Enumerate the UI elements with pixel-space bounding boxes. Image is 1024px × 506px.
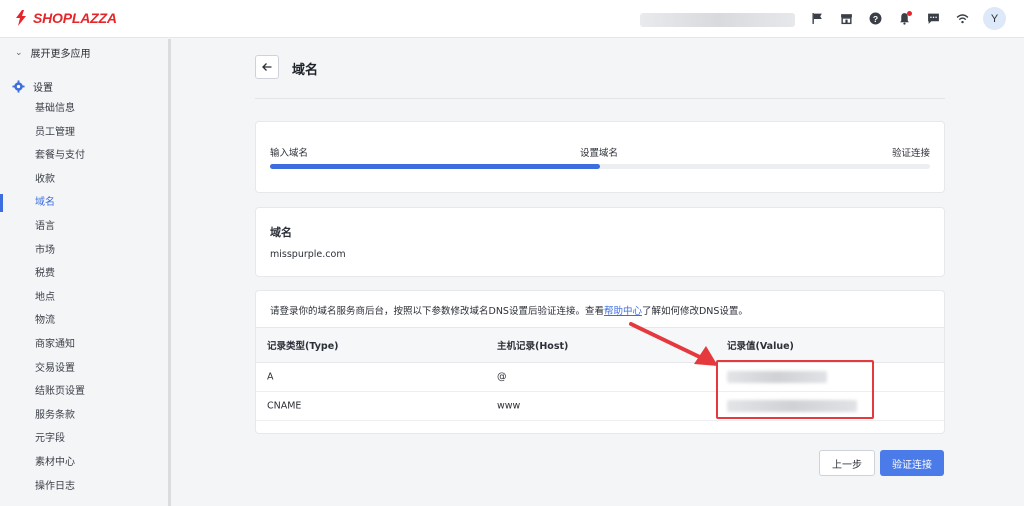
brand-name: SHOPLAZZA: [33, 10, 117, 26]
shoplazza-logo-icon: [16, 10, 26, 26]
sidebar-item[interactable]: 基础信息: [0, 97, 165, 121]
sidebar-item[interactable]: 域名: [0, 191, 165, 215]
divider: [255, 98, 945, 99]
shoplazza-logo[interactable]: SHOPLAZZA: [13, 9, 117, 27]
step-setup-domain: 设置域名: [580, 148, 619, 159]
svg-text:?: ?: [873, 14, 878, 24]
column-header-value: 记录值(Value): [727, 341, 794, 352]
step-input-domain: 输入域名: [270, 148, 309, 159]
progress-fill: [270, 164, 600, 169]
dns-table-header: 记录类型(Type) 主机记录(Host) 记录值(Value): [256, 327, 944, 363]
annotation-arrow: [629, 322, 718, 366]
sidebar-item[interactable]: 操作日志: [0, 475, 165, 499]
sidebar-item[interactable]: 素材中心: [0, 451, 165, 475]
sidebar-settings[interactable]: 设置: [12, 79, 53, 94]
step-verify-connection: 验证连接: [891, 148, 930, 159]
column-header-type: 记录类型(Type): [267, 341, 339, 352]
progress-bar: [270, 164, 930, 169]
steps-card: 输入域名 设置域名 验证连接: [255, 121, 945, 193]
domain-value: misspurple.com: [270, 249, 346, 260]
sidebar-expand-label: 展开更多应用: [30, 49, 91, 60]
sidebar-scrollbar[interactable]: [168, 39, 171, 506]
sidebar-item[interactable]: 交易设置: [0, 357, 165, 381]
record-type: A: [267, 371, 274, 383]
value-highlight-box: [716, 360, 874, 419]
record-host: @: [497, 371, 507, 383]
dns-instructions: 请登录你的域名服务商后台，按照以下参数修改域名DNS设置后验证连接。查看帮助中心…: [270, 303, 748, 317]
sidebar-item[interactable]: 员工管理: [0, 121, 165, 145]
dns-note-suffix: 了解如何修改DNS设置。: [641, 306, 748, 317]
sidebar: ⌄ 展开更多应用 设置 基础信息 员工管理 套餐与支付 收款 域名 语言 市场 税费 地点 物流商…: [0, 39, 165, 506]
avatar[interactable]: Y: [983, 7, 1006, 30]
sidebar-item[interactable]: 市场: [0, 239, 165, 263]
domain-card: 域名 misspurple.com: [255, 207, 945, 277]
sidebar-item[interactable]: 物流: [0, 309, 165, 333]
sidebar-item[interactable]: 服务条款: [0, 404, 165, 428]
column-header-host: 主机记录(Host): [497, 341, 569, 352]
sidebar-item[interactable]: 税费: [0, 262, 165, 286]
sidebar-item[interactable]: 结账页设置: [0, 380, 165, 404]
store-name-blurred[interactable]: [640, 13, 795, 27]
arrow-left-icon: [262, 63, 272, 71]
page-title: 域名: [292, 63, 319, 78]
help-center-link[interactable]: 帮助中心: [604, 306, 642, 317]
chevron-down-icon: ⌄: [15, 47, 23, 58]
sidebar-expand-apps[interactable]: ⌄ 展开更多应用: [15, 45, 91, 61]
sidebar-item[interactable]: 元字段: [0, 427, 165, 451]
notification-dot: [907, 11, 912, 16]
top-bar: SHOPLAZZA ? Y: [0, 0, 1024, 38]
sidebar-item[interactable]: 收款: [0, 168, 165, 192]
previous-step-button[interactable]: 上一步: [819, 450, 875, 476]
wifi-icon[interactable]: [953, 9, 972, 28]
sidebar-item[interactable]: 商家通知: [0, 333, 165, 357]
store-icon[interactable]: [837, 9, 856, 28]
record-host: www: [497, 400, 521, 412]
bell-icon[interactable]: [895, 9, 914, 28]
sidebar-settings-label: 设置: [33, 83, 53, 94]
domain-card-title: 域名: [270, 226, 292, 239]
sidebar-item[interactable]: 套餐与支付: [0, 144, 165, 168]
dns-note-text: 请登录你的域名服务商后台，按照以下参数修改域名DNS设置后验证连接。查看: [270, 306, 604, 317]
message-icon[interactable]: [924, 9, 943, 28]
verify-connection-button[interactable]: 验证连接: [880, 450, 944, 476]
help-icon[interactable]: ?: [866, 9, 885, 28]
record-type: CNAME: [267, 400, 302, 412]
flag-icon[interactable]: [808, 9, 827, 28]
sidebar-item[interactable]: 语言: [0, 215, 165, 239]
back-button[interactable]: [255, 55, 279, 79]
sidebar-item[interactable]: 地点: [0, 286, 165, 310]
gear-icon: [12, 80, 25, 93]
